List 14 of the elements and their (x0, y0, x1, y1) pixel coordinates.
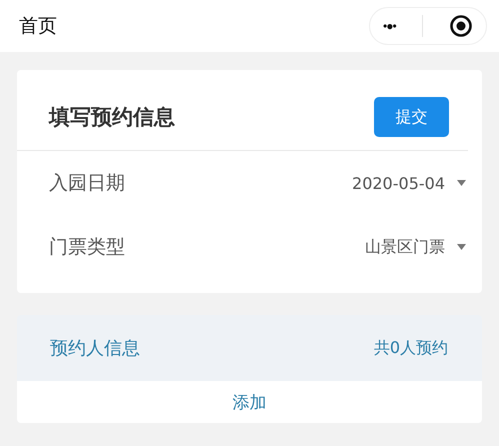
field-label: 入园日期 (49, 171, 125, 196)
picker-field[interactable]: 山景区门票 (365, 236, 468, 258)
submit-button[interactable]: 提交 (374, 97, 449, 137)
field-label: 门票类型 (49, 235, 125, 260)
section-title: 预约人信息 (50, 337, 140, 360)
add-button[interactable]: 添加 (17, 381, 482, 423)
form-title: 填写预约信息 (49, 104, 175, 131)
page-title: 首页 (19, 14, 57, 39)
visitor-count: 共0人预约 (374, 338, 448, 358)
more-button[interactable]: •●• (383, 19, 396, 33)
picker-field[interactable]: 2020-05-04 (352, 174, 468, 192)
close-icon[interactable] (448, 14, 473, 38)
dropdown-icon (457, 244, 466, 250)
dropdown-icon (457, 180, 466, 186)
